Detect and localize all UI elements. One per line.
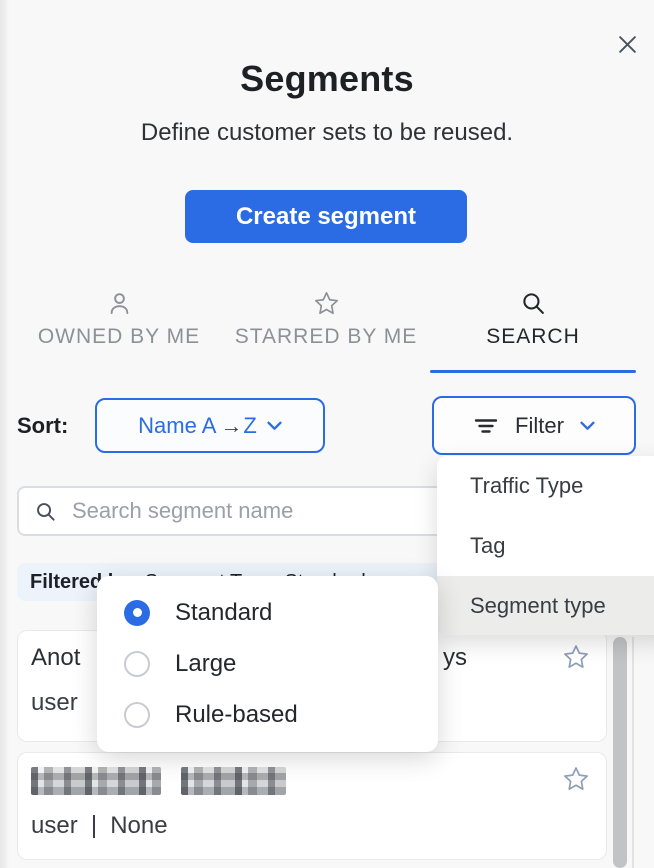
search-icon [34,500,57,523]
radio-option-large[interactable]: Large [97,638,438,689]
page-title: Segments [0,58,654,100]
star-toggle-button[interactable] [562,642,592,672]
filter-label: Filter [515,413,564,439]
tab-starred-by-me[interactable]: STARRED BY ME [231,290,421,349]
segment-subtitle: user | None [31,811,168,840]
segments-modal: Segments Define customer sets to be reus… [0,0,654,868]
star-icon [313,290,340,317]
person-icon [106,290,133,317]
redacted-segment-title [31,767,161,795]
chevron-down-icon [580,421,595,431]
close-button[interactable] [613,30,641,58]
filter-dropdown[interactable]: Filter [432,396,636,455]
scrollbar-thumb[interactable] [613,637,627,868]
scrollbar-track-edge [632,637,634,868]
segment-subtitle-type: user [31,812,78,840]
filter-lines-icon [473,415,499,437]
segment-type-popup: Standard Large Rule-based [97,576,438,752]
sort-value: Name A [138,413,216,439]
radio-option-label: Large [175,650,236,678]
star-toggle-button[interactable] [562,764,592,794]
toolbar: Sort: Name A → Z Filter [0,396,654,455]
create-segment-button[interactable]: Create segment [185,190,467,243]
sort-value-end: Z [243,413,256,439]
segment-card[interactable]: user | None [17,752,607,860]
radio-option-rule-based[interactable]: Rule-based [97,689,438,740]
segment-subtitle-separator: | [91,811,98,840]
segment-title-fragment: ys [443,644,467,672]
radio-unselected-icon [124,651,150,677]
tab-bar: OWNED BY ME STARRED BY ME SEARCH [0,290,654,372]
sort-dropdown[interactable]: Name A → Z [95,398,325,453]
close-icon [617,34,638,55]
active-tab-underline [430,370,636,373]
radio-option-standard[interactable]: Standard [97,587,438,638]
tab-owned-by-me[interactable]: OWNED BY ME [24,290,214,349]
menu-item-segment-type[interactable]: Segment type [437,576,654,635]
filter-menu: Traffic Type Tag Segment type [437,456,654,635]
radio-unselected-icon [124,702,150,728]
segment-title-fragment: Anot [31,644,80,672]
radio-option-label: Rule-based [175,701,298,729]
tab-search[interactable]: SEARCH [438,290,628,349]
tab-label: SEARCH [486,325,580,349]
radio-selected-icon [124,600,150,626]
menu-item-tag[interactable]: Tag [437,516,654,576]
segment-subtitle-value: None [110,812,167,840]
redacted-segment-title [181,767,286,795]
tab-label: STARRED BY ME [235,325,418,349]
search-icon [520,290,547,317]
sort-label: Sort: [17,396,68,455]
sort-direction-arrow: → [220,413,242,439]
page-subtitle: Define customer sets to be reused. [0,119,654,147]
segment-subtitle: user [31,689,78,717]
radio-option-label: Standard [175,599,272,627]
chevron-down-icon [267,421,282,431]
menu-item-traffic-type[interactable]: Traffic Type [437,456,654,516]
tab-label: OWNED BY ME [38,325,200,349]
